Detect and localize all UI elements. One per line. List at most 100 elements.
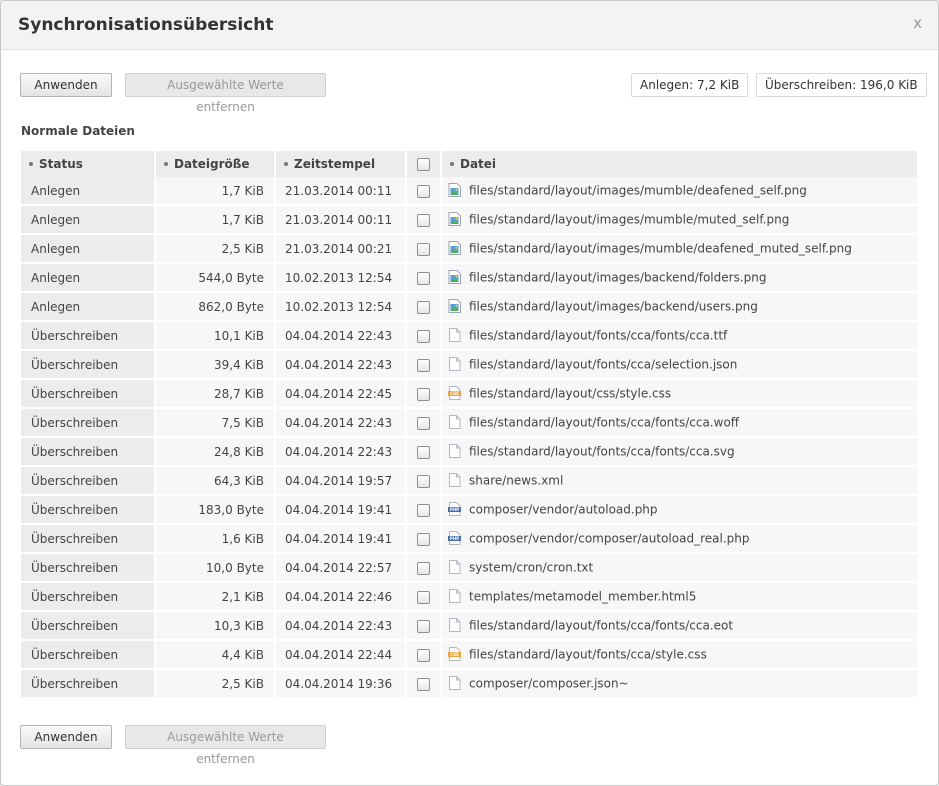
remove-selected-button-top[interactable]: Ausgewählte Werte entfernen bbox=[125, 73, 326, 114]
row-checkbox[interactable] bbox=[417, 677, 430, 691]
remove-selected-button-bottom[interactable]: Ausgewählte Werte entfernen bbox=[125, 725, 326, 766]
row-file-path: files/standard/layout/images/backend/use… bbox=[469, 299, 758, 314]
row-checkbox[interactable] bbox=[417, 213, 430, 227]
generic-file-icon bbox=[448, 472, 461, 487]
row-file-path: composer/vendor/autoload.php bbox=[469, 502, 658, 517]
row-size: 24,8 KiB bbox=[156, 438, 276, 467]
row-checkbox[interactable] bbox=[417, 300, 430, 314]
table-row[interactable]: Überschreiben 24,8 KiB 04.04.2014 22:43 fil… bbox=[21, 438, 919, 467]
row-timestamp: 04.04.2014 22:43 bbox=[276, 322, 407, 351]
dialog-title: Synchronisationsübersicht bbox=[18, 15, 274, 35]
sort-dot-icon bbox=[450, 161, 454, 166]
row-timestamp: 21.03.2014 00:21 bbox=[276, 235, 407, 264]
row-select-cell bbox=[407, 438, 442, 467]
row-checkbox[interactable] bbox=[417, 358, 430, 372]
row-checkbox[interactable] bbox=[417, 445, 430, 459]
row-checkbox[interactable] bbox=[417, 648, 430, 662]
table-row[interactable]: Überschreiben 64,3 KiB 04.04.2014 19:57 sha… bbox=[21, 467, 919, 496]
row-checkbox[interactable] bbox=[417, 503, 430, 517]
table-row[interactable]: Überschreiben 7,5 KiB 04.04.2014 22:43 file… bbox=[21, 409, 919, 438]
row-checkbox[interactable] bbox=[417, 184, 430, 198]
row-timestamp: 21.03.2014 00:11 bbox=[276, 206, 407, 235]
table-row[interactable]: Überschreiben 2,5 KiB 04.04.2014 19:36 comp… bbox=[21, 670, 919, 699]
create-size-stat: Anlegen: 7,2 KiB bbox=[631, 73, 749, 97]
row-checkbox[interactable] bbox=[417, 590, 430, 604]
row-select-cell bbox=[407, 409, 442, 438]
row-file-path: files/standard/layout/images/backend/fol… bbox=[469, 270, 767, 285]
row-checkbox[interactable] bbox=[417, 416, 430, 430]
row-size: 4,4 KiB bbox=[156, 641, 276, 670]
table-row[interactable]: Überschreiben 10,3 KiB 04.04.2014 22:43 fil… bbox=[21, 612, 919, 641]
row-status: Anlegen bbox=[21, 206, 156, 235]
column-header-file[interactable]: Datei bbox=[442, 151, 919, 177]
generic-file-icon bbox=[448, 414, 461, 429]
row-file: PHP composer/vendor/autoload.php bbox=[442, 496, 919, 525]
table-row[interactable]: Überschreiben 4,4 KiB 04.04.2014 22:44 CSS f… bbox=[21, 641, 919, 670]
row-file: files/standard/layout/fonts/cca/fonts/cc… bbox=[442, 409, 919, 438]
row-file: files/standard/layout/images/backend/use… bbox=[442, 293, 919, 322]
row-select-cell bbox=[407, 554, 442, 583]
table-row[interactable]: Überschreiben 1,6 KiB 04.04.2014 19:41 PHP c… bbox=[21, 525, 919, 554]
table-row[interactable]: Überschreiben 10,1 KiB 04.04.2014 22:43 fil… bbox=[21, 322, 919, 351]
column-header-size[interactable]: Dateigröße bbox=[156, 151, 276, 177]
table-header-row: Status Dateigröße Zeitstempel Datei bbox=[21, 151, 919, 177]
row-select-cell bbox=[407, 467, 442, 496]
row-checkbox[interactable] bbox=[417, 561, 430, 575]
row-checkbox[interactable] bbox=[417, 387, 430, 401]
row-checkbox[interactable] bbox=[417, 242, 430, 256]
row-file-path: files/standard/layout/css/style.css bbox=[469, 386, 672, 401]
image-file-icon bbox=[448, 240, 461, 255]
svg-text:CSS: CSS bbox=[450, 391, 459, 396]
row-size: 10,3 KiB bbox=[156, 612, 276, 641]
table-row[interactable]: Anlegen 1,7 KiB 21.03.2014 00:11 files/stan… bbox=[21, 206, 919, 235]
column-header-timestamp[interactable]: Zeitstempel bbox=[276, 151, 407, 177]
row-status: Anlegen bbox=[21, 293, 156, 322]
row-status: Überschreiben bbox=[21, 583, 156, 612]
row-file-path: system/cron/cron.txt bbox=[469, 560, 594, 575]
row-file-path: composer/vendor/composer/autoload_real.p… bbox=[469, 531, 750, 546]
table-row[interactable]: Überschreiben 2,1 KiB 04.04.2014 22:46 temp… bbox=[21, 583, 919, 612]
row-checkbox[interactable] bbox=[417, 329, 430, 343]
table-row[interactable]: Anlegen 862,0 Byte 10.02.2013 12:54 files/s… bbox=[21, 293, 919, 322]
row-status: Anlegen bbox=[21, 177, 156, 206]
column-header-status[interactable]: Status bbox=[21, 151, 156, 177]
row-select-cell bbox=[407, 235, 442, 264]
row-file: files/standard/layout/fonts/cca/fonts/cc… bbox=[442, 438, 919, 467]
css-file-icon: CSS bbox=[448, 385, 461, 400]
dialog-titlebar: Synchronisationsübersicht x bbox=[1, 1, 938, 50]
row-file-path: files/standard/layout/images/mumble/deaf… bbox=[469, 241, 852, 256]
select-all-checkbox[interactable] bbox=[417, 158, 430, 171]
row-size: 64,3 KiB bbox=[156, 467, 276, 496]
row-status: Überschreiben bbox=[21, 351, 156, 380]
row-status: Überschreiben bbox=[21, 670, 156, 699]
row-file: files/standard/layout/images/mumble/deaf… bbox=[442, 235, 919, 264]
image-file-icon bbox=[448, 298, 461, 313]
table-row[interactable]: Anlegen 544,0 Byte 10.02.2013 12:54 files/s… bbox=[21, 264, 919, 293]
table-row[interactable]: Anlegen 1,7 KiB 21.03.2014 00:11 files/stan… bbox=[21, 177, 919, 206]
php-file-icon: PHP bbox=[448, 530, 461, 545]
row-timestamp: 04.04.2014 22:43 bbox=[276, 612, 407, 641]
apply-button-bottom[interactable]: Anwenden bbox=[20, 725, 112, 749]
row-timestamp: 04.04.2014 22:45 bbox=[276, 380, 407, 409]
row-select-cell bbox=[407, 380, 442, 409]
table-row[interactable]: Überschreiben 10,0 Byte 04.04.2014 22:57 sy… bbox=[21, 554, 919, 583]
row-checkbox[interactable] bbox=[417, 619, 430, 633]
generic-file-icon bbox=[448, 588, 461, 603]
table-row[interactable]: Überschreiben 28,7 KiB 04.04.2014 22:45 CSS… bbox=[21, 380, 919, 409]
row-file: files/standard/layout/images/mumble/deaf… bbox=[442, 177, 919, 206]
row-timestamp: 04.04.2014 19:41 bbox=[276, 525, 407, 554]
row-file-path: files/standard/layout/fonts/cca/fonts/cc… bbox=[469, 328, 728, 343]
row-timestamp: 04.04.2014 22:46 bbox=[276, 583, 407, 612]
table-row[interactable]: Überschreiben 39,4 KiB 04.04.2014 22:43 fil… bbox=[21, 351, 919, 380]
table-row[interactable]: Anlegen 2,5 KiB 21.03.2014 00:21 files/stan… bbox=[21, 235, 919, 264]
row-checkbox[interactable] bbox=[417, 532, 430, 546]
row-file: files/standard/layout/images/mumble/mute… bbox=[442, 206, 919, 235]
table-row[interactable]: Überschreiben 183,0 Byte 04.04.2014 19:41 P… bbox=[21, 496, 919, 525]
row-file-path: files/standard/layout/fonts/cca/fonts/cc… bbox=[469, 618, 734, 633]
apply-button-top[interactable]: Anwenden bbox=[20, 73, 112, 97]
row-select-cell bbox=[407, 641, 442, 670]
row-checkbox[interactable] bbox=[417, 474, 430, 488]
row-timestamp: 04.04.2014 22:43 bbox=[276, 438, 407, 467]
row-checkbox[interactable] bbox=[417, 271, 430, 285]
close-icon[interactable]: x bbox=[913, 14, 922, 32]
